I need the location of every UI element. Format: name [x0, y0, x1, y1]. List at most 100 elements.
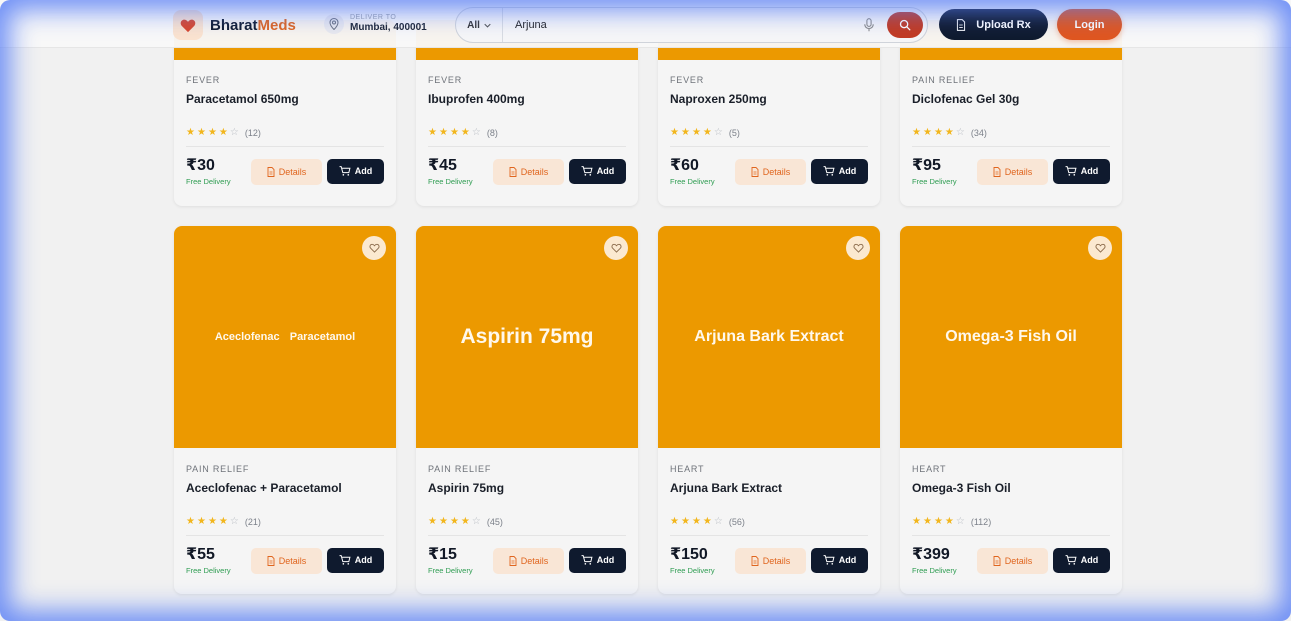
star-icon: ★: [670, 516, 679, 527]
free-delivery-label: Free Delivery: [912, 177, 957, 186]
login-button[interactable]: Login: [1057, 9, 1122, 40]
document-icon: [267, 555, 275, 566]
product-footer: ₹150 Free Delivery Details Add: [670, 546, 868, 575]
product-footer: ₹60 Free Delivery Details Add: [670, 157, 868, 186]
add-label: Add: [596, 555, 615, 565]
product-info: PAIN RELIEF Aspirin 75mg ★ ★ ★ ★ ☆ (45) ₹15 …: [428, 464, 626, 575]
product-footer: ₹55 Free Delivery Details Add: [186, 546, 384, 575]
upload-rx-button[interactable]: Upload Rx: [939, 9, 1048, 40]
microphone-icon[interactable]: [857, 18, 881, 32]
brand-name: BharatMeds: [210, 17, 296, 34]
product-card[interactable]: Arjuna Bark Extract HEART Arjuna Bark Ex…: [658, 226, 880, 594]
details-button[interactable]: Details: [493, 547, 564, 574]
product-card[interactable]: Aceclofenac Paracetamol PAIN RELIEF Acec…: [174, 226, 396, 594]
review-count: (5): [728, 127, 740, 138]
details-button[interactable]: Details: [977, 158, 1048, 185]
product-info: PAIN RELIEF Aceclofenac + Paracetamol ★ ★…: [186, 464, 384, 575]
product-price: ₹399: [912, 546, 950, 563]
star-icon: ★: [933, 127, 943, 138]
heart-icon: [180, 19, 196, 32]
add-label: Add: [596, 166, 615, 176]
details-label: Details: [1004, 555, 1033, 566]
login-label: Login: [1074, 18, 1105, 31]
review-count: (21): [244, 516, 261, 527]
product-name: Paracetamol 650mg: [186, 92, 299, 106]
deliver-location[interactable]: DELIVER TO Mumbai, 400001: [324, 13, 427, 34]
product-image-text: Omega-3 Fish Oil: [945, 328, 1077, 345]
add-to-cart-button[interactable]: Add: [327, 547, 384, 573]
product-name: Arjuna Bark Extract: [670, 481, 783, 495]
details-label: Details: [762, 555, 791, 566]
star-icon: ★: [186, 516, 195, 527]
product-actions: Details Add: [977, 158, 1110, 185]
add-to-cart-button[interactable]: Add: [569, 158, 626, 184]
product-category: FEVER: [670, 75, 705, 85]
add-to-cart-button[interactable]: Add: [811, 158, 868, 184]
star-outline-icon: ☆: [955, 516, 965, 527]
details-button[interactable]: Details: [251, 547, 322, 574]
brand-logo[interactable]: BharatMeds: [173, 10, 296, 40]
price-block: ₹60 Free Delivery: [670, 157, 715, 186]
star-icon: ★: [428, 127, 437, 138]
price-block: ₹95 Free Delivery: [912, 157, 957, 186]
star-outline-icon: ☆: [229, 516, 239, 527]
details-button[interactable]: Details: [977, 547, 1048, 574]
price-block: ₹15 Free Delivery: [428, 546, 473, 575]
price-block: ₹150 Free Delivery: [670, 546, 715, 575]
review-count: (56): [728, 516, 745, 527]
details-label: Details: [278, 555, 307, 566]
product-rating: ★ ★ ★ ★ ☆ (34): [912, 127, 1110, 138]
product-image: Aceclofenac Paracetamol: [174, 226, 396, 448]
product-info: FEVER Paracetamol 650mg ★ ★ ★ ★ ☆ (12) ₹30 F…: [186, 75, 384, 186]
product-price: ₹55: [186, 546, 215, 563]
star-icon: ★: [460, 516, 470, 527]
star-icon: ★: [912, 127, 921, 138]
details-button[interactable]: Details: [735, 547, 806, 574]
add-to-cart-button[interactable]: Add: [1053, 158, 1110, 184]
wishlist-button[interactable]: [604, 236, 628, 260]
product-image-text: Arjuna Bark Extract: [694, 328, 844, 345]
product-image: Omega-3 Fish Oil: [900, 226, 1122, 448]
add-to-cart-button[interactable]: Add: [327, 158, 384, 184]
free-delivery-label: Free Delivery: [670, 177, 715, 186]
price-block: ₹30 Free Delivery: [186, 157, 231, 186]
price-block: ₹399 Free Delivery: [912, 546, 957, 575]
document-icon: [267, 166, 275, 177]
product-info: FEVER Naproxen 250mg ★ ★ ★ ★ ☆ (5) ₹60 Free …: [670, 75, 868, 186]
star-icon: ★: [186, 127, 195, 138]
heart-outline-icon: [610, 243, 622, 253]
product-category: PAIN RELIEF: [186, 464, 250, 474]
product-category: PAIN RELIEF: [912, 75, 976, 85]
wishlist-button[interactable]: [846, 236, 870, 260]
free-delivery-label: Free Delivery: [186, 177, 231, 186]
add-to-cart-button[interactable]: Add: [569, 547, 626, 573]
add-to-cart-button[interactable]: Add: [1053, 547, 1110, 573]
product-image: Arjuna Bark Extract: [658, 226, 880, 448]
search-category-select[interactable]: All: [456, 8, 503, 42]
product-actions: Details Add: [493, 158, 626, 185]
review-count: (34): [970, 127, 987, 138]
product-card[interactable]: Omega-3 Fish Oil HEART Omega-3 Fish Oil …: [900, 226, 1122, 594]
star-icon: ★: [196, 127, 206, 138]
details-button[interactable]: Details: [251, 158, 322, 185]
star-icon: ★: [922, 516, 932, 527]
details-button[interactable]: Details: [735, 158, 806, 185]
product-name: Omega-3 Fish Oil: [912, 481, 1011, 495]
star-icon: ★: [449, 516, 459, 527]
wishlist-button[interactable]: [362, 236, 386, 260]
product-actions: Details Add: [251, 158, 384, 185]
add-to-cart-button[interactable]: Add: [811, 547, 868, 573]
details-button[interactable]: Details: [493, 158, 564, 185]
divider: [670, 146, 868, 147]
product-card[interactable]: Aspirin 75mg PAIN RELIEF Aspirin 75mg ★ ★…: [416, 226, 638, 594]
product-footer: ₹30 Free Delivery Details Add: [186, 157, 384, 186]
divider: [912, 146, 1110, 147]
add-label: Add: [838, 555, 857, 565]
product-image: Aspirin 75mg: [416, 226, 638, 448]
wishlist-button[interactable]: [1088, 236, 1112, 260]
product-name: Aceclofenac + Paracetamol: [186, 481, 342, 495]
star-icon: ★: [912, 516, 921, 527]
search-input[interactable]: [503, 8, 857, 42]
search-button[interactable]: [887, 12, 923, 38]
details-label: Details: [520, 166, 549, 177]
